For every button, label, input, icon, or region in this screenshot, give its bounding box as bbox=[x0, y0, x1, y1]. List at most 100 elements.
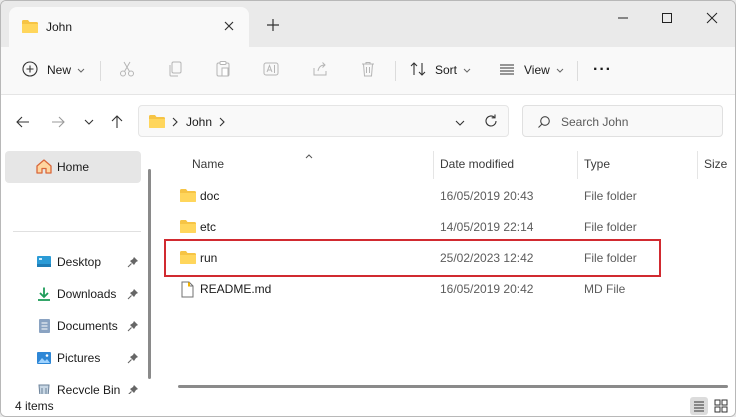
home-icon bbox=[35, 158, 53, 178]
file-name: etc bbox=[200, 220, 217, 234]
view-lines-icon bbox=[498, 60, 516, 81]
file-name: doc bbox=[200, 189, 220, 203]
new-label: New bbox=[47, 63, 72, 77]
search-input[interactable] bbox=[561, 113, 711, 131]
toolbar-divider bbox=[577, 61, 578, 81]
trash-icon bbox=[359, 60, 377, 81]
delete-button[interactable] bbox=[359, 57, 377, 83]
highlight-box bbox=[164, 239, 661, 277]
toolbar-divider bbox=[100, 61, 101, 81]
status-bar: 4 items bbox=[1, 394, 735, 416]
picture-icon bbox=[36, 350, 52, 369]
scissors-icon bbox=[118, 60, 136, 81]
column-divider[interactable] bbox=[433, 151, 434, 179]
pin-icon[interactable] bbox=[127, 256, 139, 271]
pin-icon[interactable] bbox=[127, 288, 139, 303]
navigation-pane: Home Desktop Downloads Documents Picture… bbox=[1, 149, 157, 394]
horizontal-scrollbar[interactable] bbox=[178, 385, 728, 388]
sort-icon bbox=[409, 60, 427, 81]
share-button[interactable] bbox=[311, 57, 329, 83]
item-count: 4 items bbox=[15, 399, 54, 413]
sort-button[interactable]: Sort bbox=[409, 57, 471, 83]
sidebar-item-downloads[interactable]: Downloads bbox=[1, 280, 141, 308]
tab-john[interactable]: John bbox=[9, 7, 249, 47]
file-type: MD File bbox=[584, 282, 626, 296]
cut-button[interactable] bbox=[118, 57, 136, 83]
pin-icon[interactable] bbox=[127, 352, 139, 367]
chevron-down-icon bbox=[556, 63, 564, 77]
sidebar-item-label: Home bbox=[57, 160, 90, 174]
title-bar: John bbox=[1, 1, 735, 47]
close-tab-icon[interactable] bbox=[221, 18, 237, 34]
tab-title: John bbox=[46, 20, 73, 34]
toolbar-divider bbox=[395, 61, 396, 81]
column-header-name[interactable]: Name bbox=[192, 157, 224, 179]
folder-icon bbox=[148, 114, 166, 132]
copy-icon bbox=[166, 60, 184, 81]
chevron-down-icon bbox=[463, 63, 471, 77]
search-box[interactable] bbox=[522, 105, 723, 137]
up-arrow-icon[interactable] bbox=[109, 114, 125, 130]
sidebar-item-label: Recycle Bin bbox=[57, 383, 121, 394]
column-divider[interactable] bbox=[577, 151, 578, 179]
close-window-icon[interactable] bbox=[701, 7, 723, 29]
copy-button[interactable] bbox=[166, 57, 184, 83]
refresh-icon[interactable] bbox=[483, 113, 499, 132]
tiles-view-icon[interactable] bbox=[712, 397, 730, 415]
desktop-icon bbox=[36, 254, 52, 273]
column-header-type[interactable]: Type bbox=[584, 157, 610, 179]
command-bar: New Sort View ··· bbox=[1, 47, 735, 95]
sidebar-item-label: Pictures bbox=[57, 351, 101, 365]
column-header-size[interactable]: Size bbox=[704, 157, 727, 179]
document-icon bbox=[36, 318, 52, 337]
list-item-readme[interactable]: README.md 16/05/2019 20:42 MD File bbox=[161, 273, 735, 304]
paste-button[interactable] bbox=[214, 57, 232, 83]
sidebar-item-label: Downloads bbox=[57, 287, 117, 301]
file-date: 16/05/2019 20:43 bbox=[440, 189, 534, 203]
sidebar-item-label: Documents bbox=[57, 319, 118, 333]
details-view-icon[interactable] bbox=[690, 397, 708, 415]
sidebar-scrollbar[interactable] bbox=[148, 169, 151, 379]
pin-icon[interactable] bbox=[127, 320, 139, 335]
column-divider[interactable] bbox=[697, 151, 698, 179]
view-label: View bbox=[524, 63, 550, 77]
breadcrumb-separator-icon[interactable] bbox=[171, 116, 179, 130]
forward-arrow-icon[interactable] bbox=[50, 114, 66, 130]
folder-icon bbox=[179, 188, 197, 206]
more-options-button[interactable]: ··· bbox=[593, 57, 612, 83]
add-circle-icon bbox=[21, 60, 39, 81]
sidebar-item-home[interactable]: Home bbox=[5, 151, 141, 183]
sidebar-item-pictures[interactable]: Pictures bbox=[1, 344, 141, 372]
pin-icon[interactable] bbox=[127, 384, 139, 394]
minimize-icon[interactable] bbox=[612, 7, 634, 29]
breadcrumb-separator-icon[interactable] bbox=[218, 116, 226, 130]
back-arrow-icon[interactable] bbox=[15, 114, 31, 130]
breadcrumb-john[interactable]: John bbox=[186, 115, 212, 129]
address-bar[interactable]: John bbox=[138, 105, 509, 137]
sidebar-item-documents[interactable]: Documents bbox=[1, 312, 141, 340]
rename-icon bbox=[262, 60, 280, 81]
folder-icon bbox=[179, 219, 197, 237]
list-item-etc[interactable]: etc 14/05/2019 22:14 File folder bbox=[161, 211, 735, 242]
new-button[interactable]: New bbox=[21, 57, 85, 83]
chevron-down-icon bbox=[77, 63, 85, 77]
sidebar-item-label: Desktop bbox=[57, 255, 102, 269]
search-icon bbox=[537, 115, 551, 132]
share-icon bbox=[311, 60, 329, 81]
file-date: 16/05/2019 20:42 bbox=[440, 282, 534, 296]
recent-locations-chevron-icon[interactable] bbox=[81, 114, 97, 130]
download-icon bbox=[36, 286, 52, 305]
address-history-chevron-icon[interactable] bbox=[454, 117, 466, 131]
maximize-icon[interactable] bbox=[656, 7, 678, 29]
column-header-date-modified[interactable]: Date modified bbox=[440, 157, 514, 179]
rename-button[interactable] bbox=[262, 57, 280, 83]
list-item-doc[interactable]: doc 16/05/2019 20:43 File folder bbox=[161, 180, 735, 211]
sort-ascending-icon bbox=[304, 149, 314, 163]
clipboard-icon bbox=[214, 60, 232, 81]
new-tab-button[interactable] bbox=[263, 15, 283, 35]
sidebar-item-desktop[interactable]: Desktop bbox=[1, 248, 141, 276]
recycle-bin-icon bbox=[36, 382, 52, 394]
view-button[interactable]: View bbox=[498, 57, 564, 83]
folder-icon bbox=[21, 19, 39, 37]
sidebar-item-recycle-bin[interactable]: Recycle Bin bbox=[1, 376, 141, 394]
